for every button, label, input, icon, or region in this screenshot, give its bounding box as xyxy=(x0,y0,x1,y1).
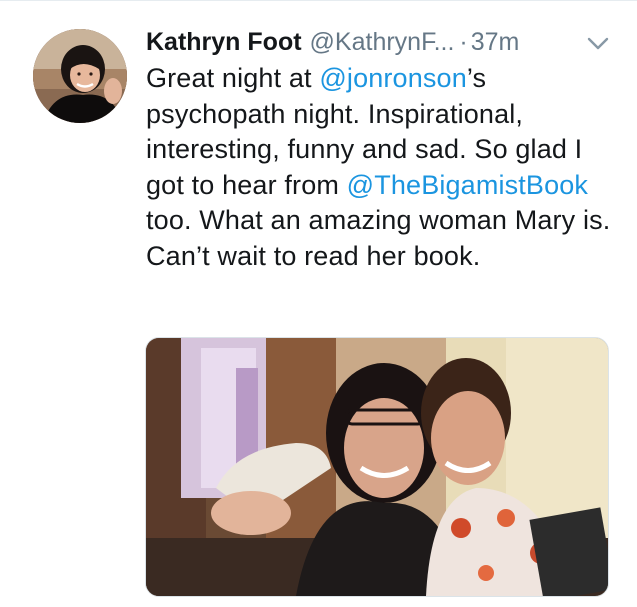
author-handle[interactable]: @KathrynF... xyxy=(310,28,455,57)
author-name[interactable]: Kathryn Foot xyxy=(146,28,302,57)
tweet-card[interactable]: Kathryn Foot @KathrynF... · 37m Great ni… xyxy=(0,0,637,607)
timestamp[interactable]: 37m xyxy=(471,28,520,57)
separator-dot: · xyxy=(459,27,468,56)
mention-link-jonronson[interactable]: @jonronson xyxy=(319,63,467,93)
tweet-photo[interactable] xyxy=(145,337,609,597)
text-segment: Great night at xyxy=(146,63,320,93)
tweet-header: Kathryn Foot @KathrynF... · 37m xyxy=(146,26,616,58)
tweet-text: Great night at @jonronson’s psychopath n… xyxy=(146,61,621,274)
text-segment: too. What an amazing woman Mary is. Can’… xyxy=(146,205,611,271)
avatar-photo xyxy=(33,29,127,123)
avatar[interactable] xyxy=(33,29,127,123)
chevron-down-icon[interactable] xyxy=(583,35,613,53)
mention-link-thebigamistbook[interactable]: @TheBigamistBook xyxy=(347,170,588,200)
photo-image xyxy=(146,338,608,596)
